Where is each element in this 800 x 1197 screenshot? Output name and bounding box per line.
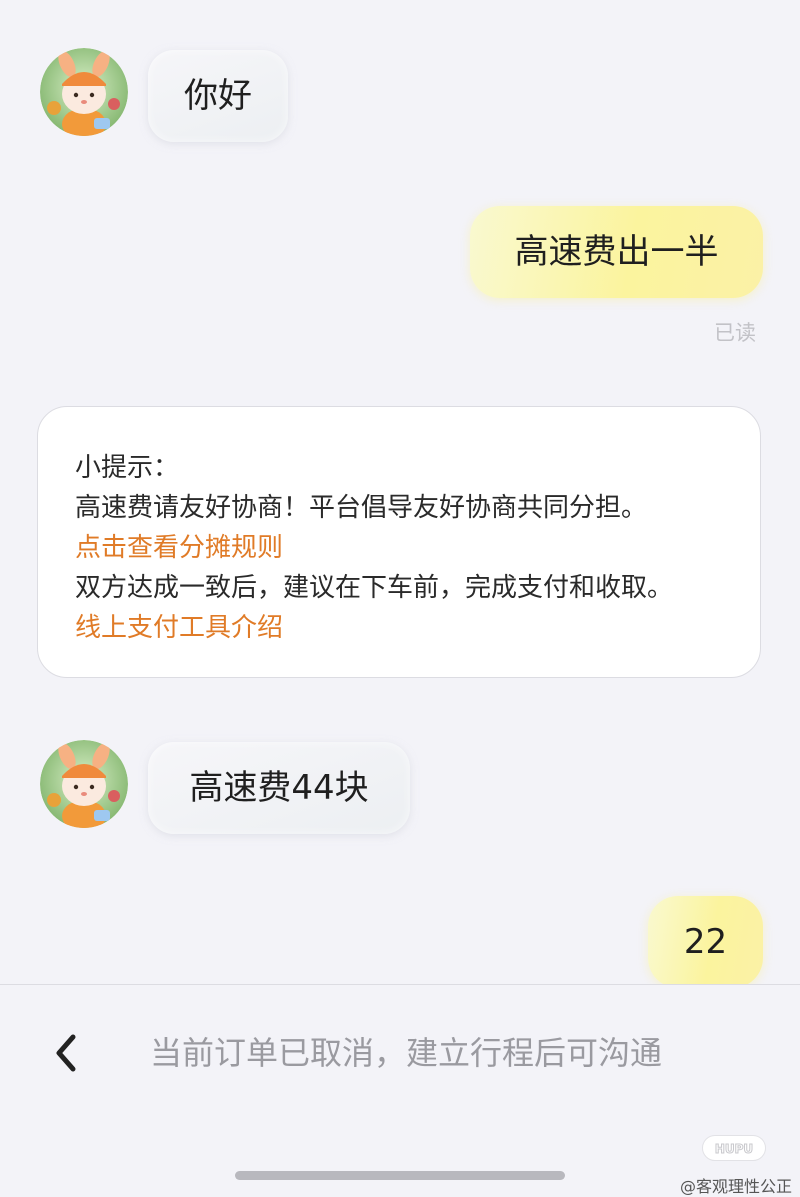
message-text: 22 [683, 922, 728, 962]
payment-tools-link[interactable]: 线上支付工具介绍 [75, 608, 760, 648]
tip-text: 高速费请友好协商！平台倡导友好协商共同分担。 [75, 493, 648, 523]
hupu-logo: HUPU [702, 1135, 766, 1161]
message-text: 高速费44块 [189, 768, 369, 808]
back-button[interactable] [36, 1029, 96, 1077]
driver-avatar[interactable] [40, 740, 128, 828]
message-bubble-incoming[interactable]: 你好 [148, 50, 288, 142]
watermark-text: @客观理性公正 [679, 1177, 792, 1196]
message-bubble-outgoing[interactable]: 高速费出一半 [470, 206, 763, 298]
chevron-left-icon [56, 1034, 76, 1072]
tip-text: 双方达成一致后，建议在下车前，完成支付和收取。 [75, 573, 674, 603]
home-indicator[interactable] [235, 1171, 565, 1180]
bottom-bar: 当前订单已取消，建立行程后可沟通 HUPU @客观理性公正 [0, 984, 800, 1197]
split-rules-link[interactable]: 点击查看分摊规则 [75, 528, 760, 568]
driver-avatar[interactable] [40, 48, 128, 136]
message-bubble-outgoing[interactable]: 22 [648, 896, 763, 984]
tip-card: 小提示： 高速费请友好协商！平台倡导友好协商共同分担。 点击查看分摊规则 双方达… [37, 406, 761, 678]
chat-area: 你好 高速费出一半 已读 小提示： 高速费请友好协商！平台倡导友好协商共同分担。… [0, 0, 800, 984]
svg-text:HUPU: HUPU [715, 1142, 753, 1156]
read-receipt: 已读 [714, 321, 756, 345]
message-bubble-incoming[interactable]: 高速费44块 [148, 742, 410, 834]
tip-title: 小提示： [75, 453, 180, 483]
message-text: 高速费出一半 [514, 232, 719, 272]
order-status-text: 当前订单已取消，建立行程后可沟通 [150, 1034, 663, 1072]
message-text: 你好 [184, 76, 252, 116]
